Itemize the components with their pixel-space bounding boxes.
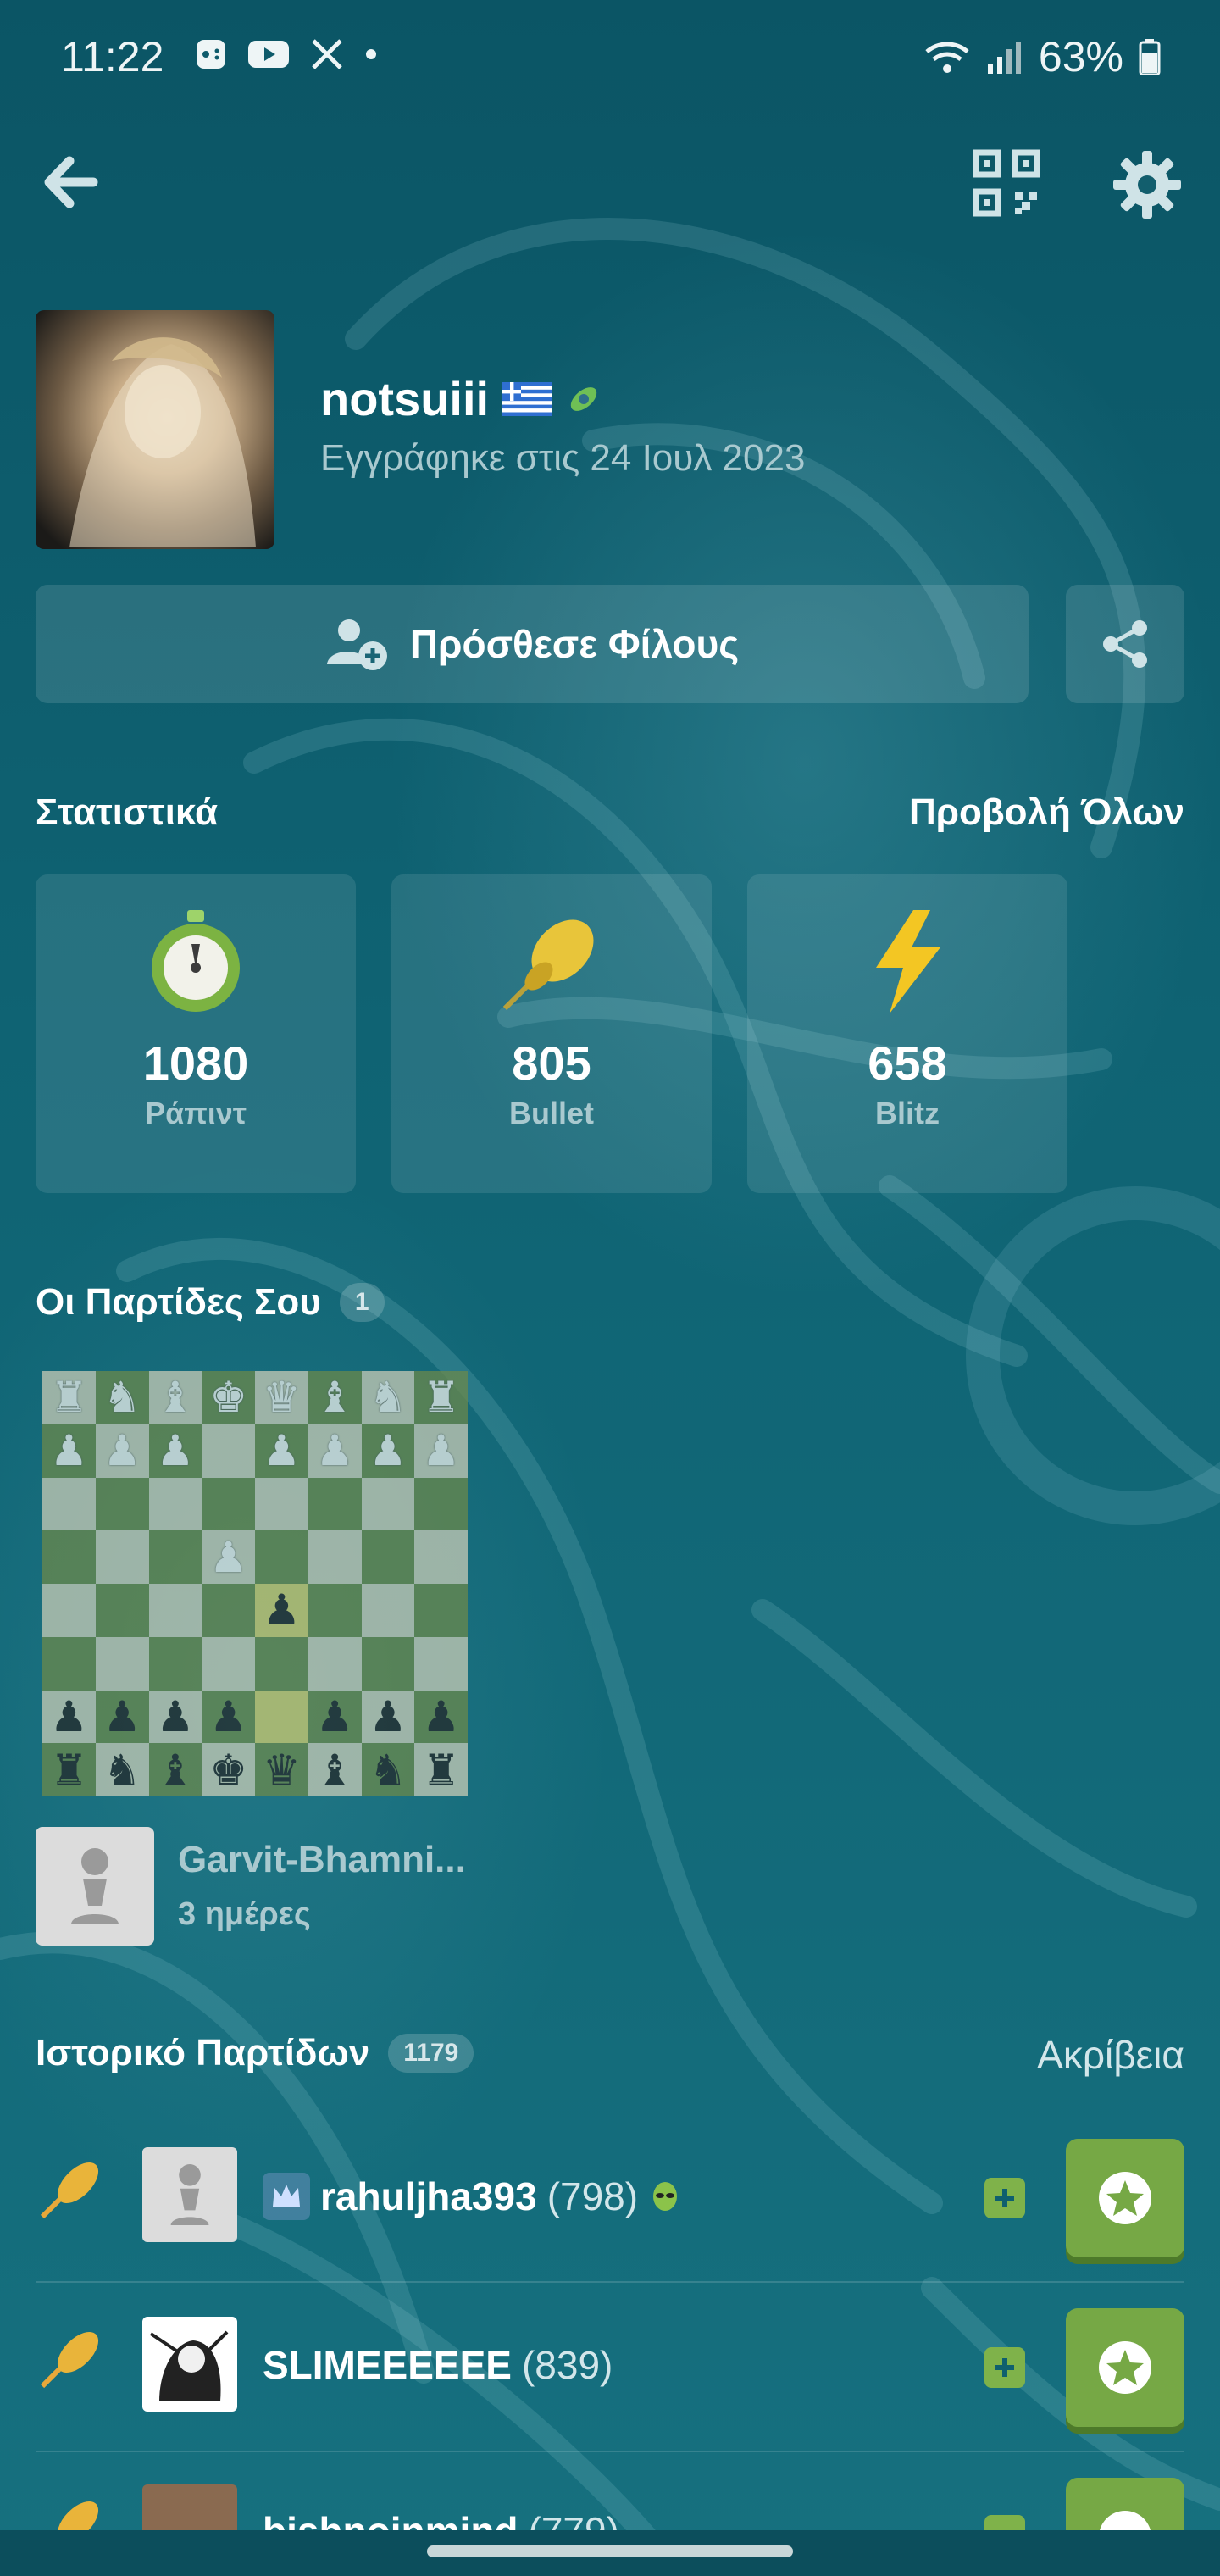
player-rating: (798) (546, 2174, 639, 2218)
stat-card-rapid[interactable]: 1080 Ράπιντ (36, 874, 356, 1193)
bullet-rocket-icon (40, 2162, 99, 2219)
result-win-icon (984, 2347, 1025, 2388)
username-row: notsuiii (320, 371, 602, 426)
battery-percent: 63% (1038, 33, 1123, 80)
status-bar: 11:22 63% (0, 0, 1220, 115)
qr-code-icon[interactable] (973, 149, 1040, 217)
add-friend-icon (326, 619, 387, 670)
result-win-icon (984, 2178, 1025, 2218)
games-section-header: Οι Παρτίδες Σου 1 (36, 1281, 385, 1324)
greece-flag-icon (502, 381, 552, 416)
battery-icon (1139, 39, 1161, 75)
game-controller-icon (197, 40, 225, 69)
history-section-header: Ιστορικό Παρτίδων 1179 (36, 2032, 474, 2074)
history-row[interactable]: SLIMEEEEEE (839) (0, 2283, 1220, 2452)
stat-value: 1080 (142, 1036, 249, 1090)
sketch-avatar-icon (149, 2330, 229, 2401)
star-icon (1099, 2172, 1151, 2224)
player-rating: (779) (529, 2508, 619, 2530)
player-avatar[interactable] (142, 2317, 237, 2412)
games-count-badge: 1 (339, 1283, 385, 1322)
accuracy-header: Ακρίβεια (1037, 2033, 1184, 2077)
lightning-icon (876, 910, 940, 1013)
add-friends-button[interactable]: Πρόσθεσε Φίλους (36, 585, 1029, 703)
wifi-icon (925, 42, 969, 73)
add-friends-label: Πρόσθεσε Φίλους (409, 622, 740, 666)
game-review-button[interactable] (1066, 2478, 1184, 2530)
bullet-rocket-icon (40, 2331, 99, 2389)
share-icon (1103, 620, 1147, 668)
player-name-row: SLIMEEEEEE (839) (263, 2342, 613, 2388)
stat-value: 658 (868, 1036, 947, 1090)
stat-card-blitz[interactable]: 658 Blitz (747, 874, 1068, 1193)
settings-gear-icon[interactable] (1112, 149, 1183, 220)
player-name: bishnoinmind (263, 2508, 518, 2530)
player-name: rahuljha393 (320, 2174, 537, 2218)
game-board-preview[interactable]: ♜ ♞ ♝ ♚ ♛ ♝ ♞ ♜ ♟ ♟ ♟ ♟ ♟ ♟ ♟ ♟ ♟ ♟ ♟ ♟ ♟ ♟ ♟ ♟ ♜ ♞ ♝ ♚ ♛ ♝ ♞ ♜ (42, 1371, 468, 1796)
back-arrow-icon[interactable] (34, 144, 110, 220)
history-row[interactable]: bishnoinmind (779) (0, 2452, 1220, 2530)
home-gesture-pill[interactable] (427, 2545, 793, 2557)
top-nav (0, 136, 1220, 229)
pawn-icon (170, 2164, 209, 2225)
player-name: SLIMEEEEEE (263, 2343, 512, 2387)
player-name-row: bishnoinmind (779) (263, 2508, 619, 2530)
stat-value: 805 (512, 1036, 591, 1090)
share-button[interactable] (1066, 585, 1184, 703)
bullet-icon (502, 919, 594, 1011)
star-icon (1100, 2511, 1151, 2530)
stat-card-bullet[interactable]: 805 Bullet (391, 874, 712, 1193)
stat-label: Blitz (875, 1096, 940, 1130)
result-win-icon (984, 2515, 1025, 2530)
time-remaining: 3 ημέρες (178, 1896, 311, 1932)
dot-icon (366, 49, 376, 59)
crown-icon (263, 2173, 310, 2220)
stopwatch-icon (152, 910, 240, 1012)
youtube-icon (248, 41, 289, 68)
alien-icon (653, 2182, 678, 2211)
history-title: Ιστορικό Παρτίδων (36, 2032, 370, 2074)
x-icon (312, 39, 342, 69)
player-rating: (839) (521, 2343, 613, 2387)
view-all-link[interactable]: Προβολή Όλων (909, 791, 1184, 834)
system-nav-bar (0, 2530, 1220, 2576)
stat-label: Bullet (508, 1096, 594, 1130)
history-row[interactable]: rahuljha393 (798) (0, 2113, 1220, 2283)
join-date: Εγγράφηκε στις 24 Ιουλ 2023 (320, 437, 806, 479)
opponent-name[interactable]: Garvit-Bhamni... (178, 1839, 466, 1881)
stats-title: Στατιστικά (36, 791, 219, 833)
player-avatar[interactable] (142, 2147, 237, 2242)
games-title: Οι Παρτίδες Σου (36, 1281, 321, 1323)
player-name-row: rahuljha393 (798) (263, 2173, 682, 2220)
username: notsuiii (320, 372, 490, 425)
star-icon (1099, 2341, 1151, 2394)
opponent-avatar[interactable] (36, 1827, 154, 1946)
pawn-icon (71, 1848, 119, 1924)
profile-avatar[interactable] (36, 310, 274, 549)
bullet-rocket-icon (57, 2501, 99, 2530)
stat-label: Ράπιντ (145, 1096, 247, 1130)
notification-icons (195, 37, 378, 71)
history-count-badge: 1179 (388, 2034, 474, 2073)
signal-icon (987, 42, 1021, 74)
game-review-button[interactable] (1066, 2308, 1184, 2427)
badge-icon (570, 386, 597, 411)
status-time: 11:22 (61, 33, 164, 80)
game-review-button[interactable] (1066, 2139, 1184, 2257)
player-avatar[interactable] (142, 2484, 237, 2530)
